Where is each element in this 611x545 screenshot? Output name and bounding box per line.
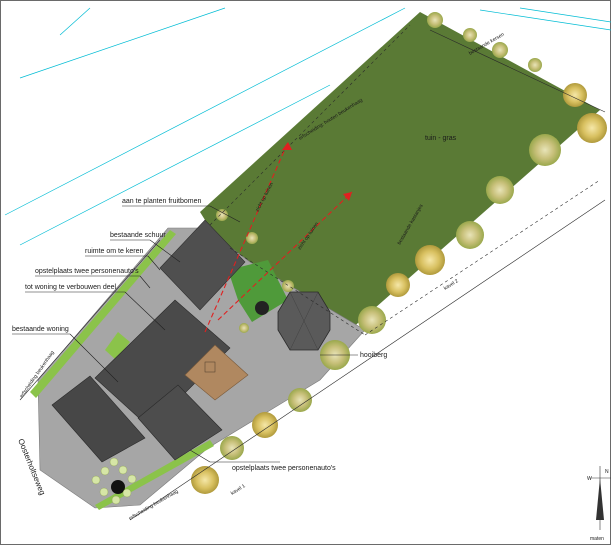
compass: W N maten — [587, 466, 611, 542]
label-parking-top: opstelplaats twee personenauto's — [35, 268, 139, 275]
compass-label: maten — [590, 536, 604, 542]
well — [255, 301, 269, 315]
site-plan: aan te planten fruitbomen bestaande schu… — [4, 7, 611, 542]
label-to-build: tot woning te verbouwen deel — [25, 284, 117, 291]
label-parking-bottom: opstelplaats twee personenauto's — [232, 465, 336, 472]
label-kavel-2: kavel 2 — [443, 278, 460, 292]
compass-west: W — [587, 476, 592, 482]
label-garden: tuin - gras — [425, 135, 457, 142]
compass-north: N — [605, 469, 609, 475]
label-fruit-trees: aan te planten fruitbomen — [122, 198, 201, 205]
label-shed: bestaande schuur — [110, 232, 166, 239]
pond — [111, 480, 125, 494]
label-kavel-1: kavel 1 — [230, 483, 247, 497]
label-hay-barn: hooiberg — [360, 352, 387, 359]
label-turn-space: ruimte om te keren — [85, 248, 143, 255]
label-existing-house: bestaande woning — [12, 326, 69, 333]
